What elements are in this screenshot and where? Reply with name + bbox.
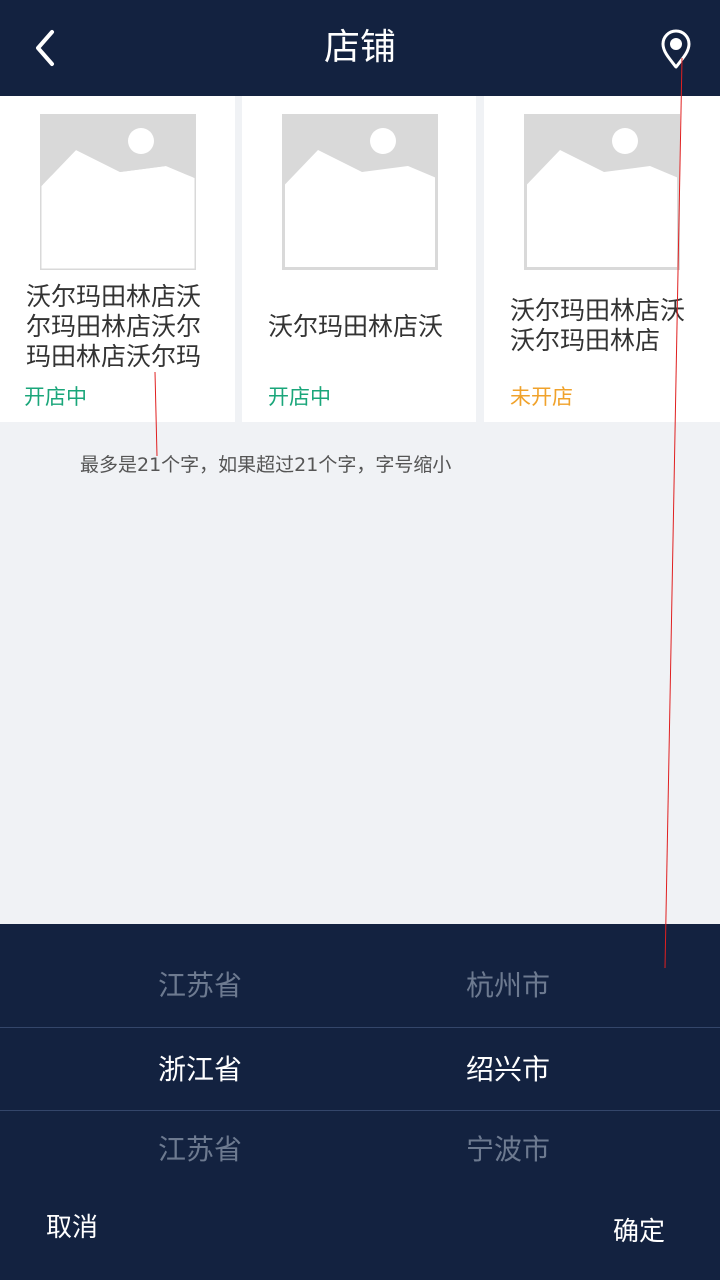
shop-status: 未开店 [510, 385, 573, 409]
shop-card[interactable]: 沃尔玛田林店沃沃尔玛田林店 未开店 [484, 96, 720, 422]
picker-province[interactable]: 江苏省 [100, 1110, 300, 1190]
picker-row[interactable]: 江苏省 宁波市 [0, 1110, 720, 1190]
shop-name: 沃尔玛田林店沃 [268, 312, 444, 341]
image-placeholder-icon [524, 114, 680, 270]
picker-province[interactable]: 浙江省 [100, 1030, 300, 1110]
picker-city[interactable]: 绍兴市 [408, 1030, 608, 1110]
shop-name: 沃尔玛田林店沃沃尔玛田林店 [510, 296, 686, 355]
shop-status: 开店中 [268, 385, 331, 409]
picker-city[interactable]: 杭州市 [408, 946, 608, 1026]
picker-divider [0, 1027, 720, 1028]
picker-province[interactable]: 江苏省 [100, 946, 300, 1026]
cancel-button[interactable]: 取消 [46, 1210, 98, 1246]
confirm-button[interactable]: 确定 [613, 1214, 665, 1250]
shop-card[interactable]: 沃尔玛田林店沃尔玛田林店沃尔玛田林店沃尔玛 开店中 [0, 96, 235, 422]
map-pin-icon [661, 29, 691, 69]
shop-name: 沃尔玛田林店沃尔玛田林店沃尔玛田林店沃尔玛 [26, 282, 202, 371]
annotation-note: 最多是21个字，如果超过21个字，字号缩小 [80, 454, 452, 476]
image-placeholder-icon [282, 114, 438, 270]
picker-row-selected[interactable]: 浙江省 绍兴市 [0, 1030, 720, 1110]
shop-list: 沃尔玛田林店沃尔玛田林店沃尔玛田林店沃尔玛 开店中 沃尔玛田林店沃 开店中 沃尔… [0, 96, 720, 422]
shop-status: 开店中 [24, 385, 87, 409]
header-bar: 店铺 [0, 0, 720, 96]
location-button[interactable] [656, 28, 696, 70]
page-title: 店铺 [323, 27, 396, 68]
shop-card[interactable]: 沃尔玛田林店沃 开店中 [242, 96, 476, 422]
region-picker: 江苏省 杭州市 浙江省 绍兴市 江苏省 宁波市 取消 确定 [0, 924, 720, 1280]
picker-city[interactable]: 宁波市 [408, 1110, 608, 1190]
picker-row[interactable]: 江苏省 杭州市 [0, 946, 720, 1026]
image-placeholder-icon [40, 114, 196, 270]
